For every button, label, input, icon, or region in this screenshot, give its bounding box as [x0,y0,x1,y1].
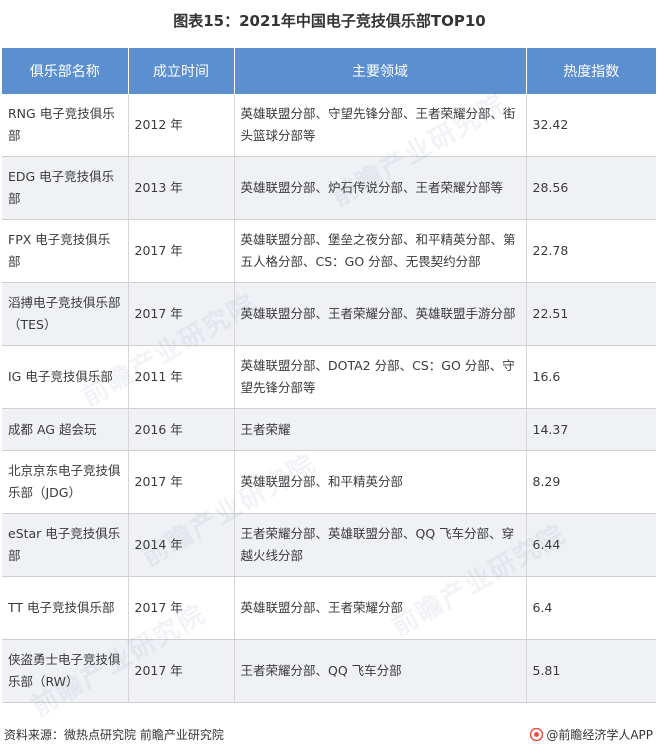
header-club-name: 俱乐部名称 [2,48,129,94]
cell-heat-index: 16.6 [526,345,656,409]
cell-club-name: 侠盗勇士电子竞技俱乐部（RW） [2,639,129,703]
header-heat-index: 热度指数 [526,48,656,94]
cell-club-name: 成都 AG 超会玩 [2,408,129,451]
cell-club-name: 滔搏电子竞技俱乐部（TES） [2,282,129,346]
cell-main-field: 王者荣耀分部、英雄联盟分部、QQ 飞车分部、穿越火线分部 [234,513,527,577]
table-row: EDG 电子竞技俱乐部 2013 年 英雄联盟分部、炉石传说分部、王者荣耀分部等… [2,156,656,220]
cell-founded: 2013 年 [128,156,235,220]
cell-club-name: RNG 电子竞技俱乐部 [2,94,129,157]
table-row: 北京京东电子竞技俱乐部（JDG） 2017 年 英雄联盟分部、和平精英分部 8.… [2,450,656,514]
cell-heat-index: 6.44 [526,513,656,577]
cell-heat-index: 28.56 [526,156,656,220]
cell-club-name: eStar 电子竞技俱乐部 [2,513,129,577]
cell-heat-index: 22.78 [526,219,656,283]
cell-founded: 2014 年 [128,513,235,577]
clubs-table-container: 俱乐部名称 成立时间 主要领域 热度指数 RNG 电子竞技俱乐部 2012 年 … [2,48,656,703]
header-main-field: 主要领域 [234,48,527,94]
cell-founded: 2011 年 [128,345,235,409]
table-row: eStar 电子竞技俱乐部 2014 年 王者荣耀分部、英雄联盟分部、QQ 飞车… [2,513,656,577]
cell-main-field: 英雄联盟分部、王者荣耀分部 [234,576,527,640]
source-note: 资料来源：微热点研究院 前瞻产业研究院 [4,728,224,742]
page-title: 图表15：2021年中国电子竞技俱乐部TOP10 [173,12,486,30]
cell-heat-index: 5.81 [526,639,656,703]
brand-credit: @前瞻经济学人APP [530,726,653,743]
cell-main-field: 英雄联盟分部、DOTA2 分部、CS：GO 分部、守望先锋分部等 [234,345,527,409]
brand-logo-icon [530,727,544,742]
table-row: FPX 电子竞技俱乐部 2017 年 英雄联盟分部、堡垒之夜分部、和平精英分部、… [2,219,656,283]
header-founded: 成立时间 [128,48,235,94]
cell-club-name: FPX 电子竞技俱乐部 [2,219,129,283]
cell-main-field: 英雄联盟分部、守望先锋分部、王者荣耀分部、街头篮球分部等 [234,94,527,157]
table-row: 成都 AG 超会玩 2016 年 王者荣耀 14.37 [2,408,656,451]
table-header-row: 俱乐部名称 成立时间 主要领域 热度指数 [2,48,656,94]
cell-main-field: 王者荣耀分部、QQ 飞车分部 [234,639,527,703]
cell-founded: 2017 年 [128,576,235,640]
cell-main-field: 英雄联盟分部、王者荣耀分部、英雄联盟手游分部 [234,282,527,346]
cell-founded: 2016 年 [128,408,235,451]
cell-founded: 2017 年 [128,219,235,283]
cell-founded: 2017 年 [128,450,235,514]
cell-founded: 2017 年 [128,282,235,346]
cell-main-field: 英雄联盟分部、和平精英分部 [234,450,527,514]
cell-club-name: 北京京东电子竞技俱乐部（JDG） [2,450,129,514]
cell-main-field: 英雄联盟分部、堡垒之夜分部、和平精英分部、第五人格分部、CS：GO 分部、无畏契… [234,219,527,283]
cell-founded: 2017 年 [128,639,235,703]
brand-label: @前瞻经济学人APP [546,728,653,742]
cell-heat-index: 8.29 [526,450,656,514]
table-row: 滔搏电子竞技俱乐部（TES） 2017 年 英雄联盟分部、王者荣耀分部、英雄联盟… [2,282,656,346]
cell-heat-index: 32.42 [526,94,656,157]
cell-main-field: 王者荣耀 [234,408,527,451]
cell-heat-index: 22.51 [526,282,656,346]
cell-club-name: TT 电子竞技俱乐部 [2,576,129,640]
cell-club-name: EDG 电子竞技俱乐部 [2,156,129,220]
table-row: TT 电子竞技俱乐部 2017 年 英雄联盟分部、王者荣耀分部 6.4 [2,576,656,640]
table-row: 侠盗勇士电子竞技俱乐部（RW） 2017 年 王者荣耀分部、QQ 飞车分部 5.… [2,639,656,703]
cell-heat-index: 14.37 [526,408,656,451]
cell-club-name: IG 电子竞技俱乐部 [2,345,129,409]
clubs-table: 俱乐部名称 成立时间 主要领域 热度指数 RNG 电子竞技俱乐部 2012 年 … [2,48,656,703]
table-row: RNG 电子竞技俱乐部 2012 年 英雄联盟分部、守望先锋分部、王者荣耀分部、… [2,94,656,157]
cell-founded: 2012 年 [128,94,235,157]
table-row: IG 电子竞技俱乐部 2011 年 英雄联盟分部、DOTA2 分部、CS：GO … [2,345,656,409]
cell-main-field: 英雄联盟分部、炉石传说分部、王者荣耀分部等 [234,156,527,220]
cell-heat-index: 6.4 [526,576,656,640]
